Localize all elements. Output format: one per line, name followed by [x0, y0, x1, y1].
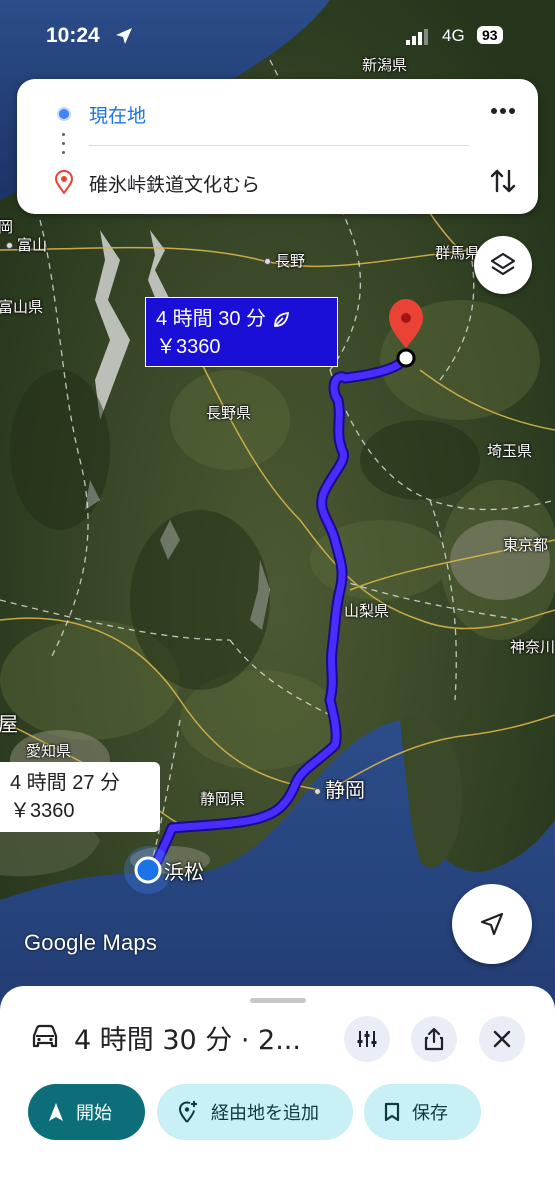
map-label-shizuoka-text: 静岡	[325, 778, 365, 802]
primary-route-duration-row: 4 時間 30 分	[156, 305, 327, 333]
primary-route-duration: 4 時間 30 分	[156, 308, 267, 330]
map-label-toyama-pref: 富山県	[0, 298, 44, 316]
map-label-hamamatsu: 浜松	[164, 860, 204, 884]
card-divider	[89, 145, 469, 146]
google-maps-watermark: Google Maps	[24, 930, 158, 955]
cellular-signal-icon	[406, 29, 428, 45]
primary-route-toll: ￥3360	[156, 336, 221, 358]
map-label-nagano-pref: 長野県	[206, 404, 252, 422]
primary-route-callout[interactable]: 4 時間 30 分 ￥3360	[145, 297, 338, 367]
map-label-aichi: 愛知県	[26, 742, 72, 760]
save-label: 保存	[412, 1103, 448, 1124]
start-navigation-button[interactable]: 開始	[28, 1084, 145, 1140]
tune-icon	[357, 1031, 377, 1047]
layers-icon	[490, 252, 516, 276]
map-label-toyama-text: 富山	[17, 236, 48, 254]
route-dots-icon	[62, 133, 66, 159]
navigation-arrow-icon	[480, 912, 504, 936]
map-label-shizuoka-pref: 静岡県	[200, 790, 246, 808]
recenter-button[interactable]	[452, 884, 532, 964]
route-bottom-sheet[interactable]: 4 時間 30 分 · 2... 開始 経由地を追加 保存	[0, 986, 555, 1200]
map-label-oka: 岡	[0, 218, 14, 236]
origin-dot-icon	[57, 107, 71, 121]
map-layers-button[interactable]	[474, 236, 532, 294]
more-options-button[interactable]	[485, 99, 521, 127]
map-label-nagano: 長野	[264, 250, 305, 271]
map-label-toyama: 富山	[6, 234, 47, 255]
close-icon	[493, 1030, 511, 1048]
origin-field[interactable]: 現在地	[89, 101, 146, 128]
map-label-kanagawa: 神奈川	[510, 638, 555, 656]
map-label-tokyo: 東京都	[503, 536, 549, 554]
share-icon	[424, 1027, 444, 1051]
battery-level: 93	[477, 26, 503, 44]
directions-card: 現在地 碓氷峠鉄道文化むら	[17, 79, 538, 214]
start-label: 開始	[76, 1103, 112, 1124]
current-location-dot	[134, 856, 162, 884]
route-options-button[interactable]	[344, 1016, 390, 1062]
share-button[interactable]	[411, 1016, 457, 1062]
map-label-saitama: 埼玉県	[487, 442, 533, 460]
status-bar: 10:24 4G 93	[0, 0, 555, 70]
route-summary: 4 時間 30 分 · 2...	[74, 1025, 301, 1056]
eco-leaf-icon	[274, 311, 290, 327]
close-button[interactable]	[479, 1016, 525, 1062]
map-label-ya: 屋	[0, 712, 18, 736]
city-dot-nagano	[264, 258, 271, 265]
map-label-yamanashi: 山梨県	[344, 602, 390, 620]
add-stop-button[interactable]: 経由地を追加	[157, 1084, 353, 1140]
map-label-gunma: 群馬県	[435, 244, 481, 262]
bookmark-icon	[384, 1102, 400, 1122]
city-dot-shizuoka	[314, 788, 321, 795]
destination-marker-icon	[55, 170, 73, 194]
add-stop-label: 経由地を追加	[211, 1103, 319, 1124]
swap-directions-button[interactable]	[487, 165, 519, 197]
navigation-icon	[49, 1103, 63, 1121]
status-time: 10:24	[46, 24, 100, 47]
network-type: 4G	[442, 26, 465, 45]
map-label-shizuoka: 静岡	[314, 774, 365, 803]
save-button[interactable]: 保存	[364, 1084, 481, 1140]
alternate-route-duration: 4 時間 27 分	[10, 772, 121, 794]
swap-vertical-icon	[490, 169, 516, 193]
location-services-icon	[116, 28, 132, 44]
alternate-route-callout[interactable]: 4 時間 27 分 ￥3360	[0, 762, 160, 832]
sheet-drag-handle[interactable]	[250, 998, 306, 1003]
city-dot-toyama	[6, 242, 13, 249]
map-label-nagano-text: 長野	[275, 252, 306, 270]
alternate-route-toll: ￥3360	[10, 800, 75, 822]
destination-field[interactable]: 碓氷峠鉄道文化むら	[89, 170, 260, 197]
more-horizontal-icon	[491, 108, 515, 114]
car-icon	[32, 1024, 58, 1048]
add-location-icon	[178, 1101, 197, 1123]
